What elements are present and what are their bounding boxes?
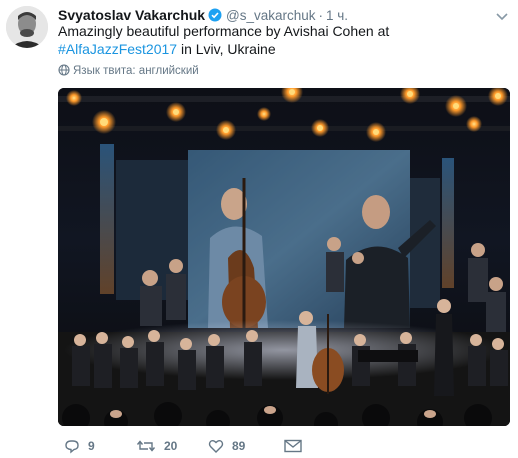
tweet-photo[interactable] xyxy=(58,88,510,426)
retweet-count: 20 xyxy=(164,439,178,453)
tweet-text: Amazingly beautiful performance by Avish… xyxy=(58,22,498,58)
avatar-image xyxy=(6,6,48,48)
direct-message-button[interactable] xyxy=(284,437,302,455)
tweet: Svyatoslav Vakarchuk @s_vakarchuk · 1 ч. A… xyxy=(0,0,518,458)
separator-dot: · xyxy=(318,8,324,23)
chevron-down-icon[interactable] xyxy=(495,9,509,21)
author-handle[interactable]: @s_vakarchuk xyxy=(226,8,316,23)
like-icon xyxy=(208,440,224,453)
concert-photo xyxy=(58,88,510,426)
hashtag-link[interactable]: #AlfaJazzFest2017 xyxy=(58,41,177,57)
reply-icon xyxy=(65,440,79,454)
avatar[interactable] xyxy=(6,6,48,48)
retweet-button[interactable]: 20 xyxy=(136,437,177,455)
author-name[interactable]: Svyatoslav Vakarchuk xyxy=(58,7,205,23)
reply-count: 9 xyxy=(88,439,95,453)
tweet-text-start: Amazingly beautiful performance by Avish… xyxy=(58,23,390,39)
language-label: Язык твита: английский xyxy=(73,65,199,77)
retweet-icon xyxy=(136,440,156,452)
tweet-text-end: in Lviv, Ukraine xyxy=(177,41,276,57)
like-button[interactable]: 89 xyxy=(208,437,245,455)
tweet-language[interactable]: Язык твита: английский xyxy=(58,64,199,78)
message-icon xyxy=(284,439,302,453)
globe-icon xyxy=(58,64,70,76)
tweet-actions: 9 20 89 xyxy=(58,437,508,455)
like-count: 89 xyxy=(232,439,246,453)
tweet-time[interactable]: 1 ч. xyxy=(326,8,348,23)
reply-button[interactable]: 9 xyxy=(64,437,95,455)
